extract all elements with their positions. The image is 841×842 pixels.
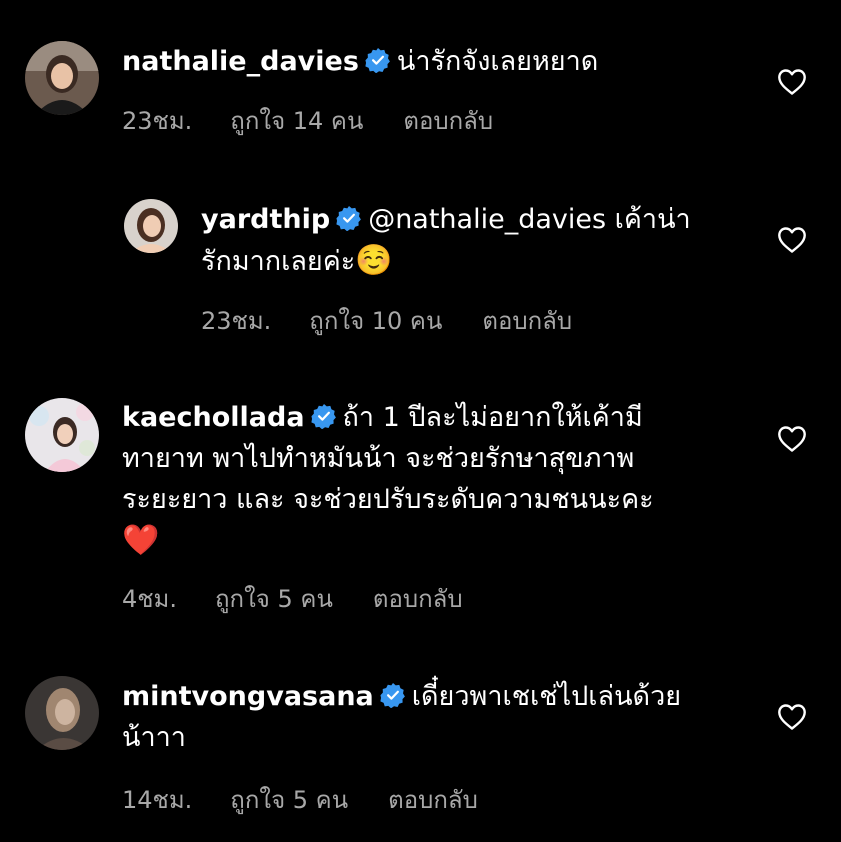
likes-count[interactable]: ถูกใจ 14 คน [230, 101, 363, 140]
comment-body: ระยะยาว และ จะช่วยปรับระดับความชนนะคะ [122, 484, 654, 515]
heart-outline-icon[interactable] [777, 703, 807, 731]
comment-text: kaechollada ถ้า 1 ปีละไม่อยากให้เค้ามีทาย… [122, 397, 742, 562]
likes-count[interactable]: ถูกใจ 5 คน [230, 780, 348, 819]
timestamp: 23ชม. [201, 307, 272, 335]
reply-button[interactable]: ตอบกลับ [388, 780, 478, 819]
comment-text: yardthip @nathalie_davies เค้าน่ารักมากเล… [201, 199, 741, 282]
red-heart-emoji: ❤️ [122, 523, 160, 558]
likes-count[interactable]: ถูกใจ 5 คน [215, 579, 333, 618]
avatar[interactable] [25, 398, 99, 472]
comment-meta: 23ชม. ถูกใจ 14 คน ตอบกลับ [122, 101, 493, 140]
mention-link[interactable]: @nathalie_davies [368, 204, 606, 235]
comment-body: ถ้า 1 ปีละไม่อยากให้เค้ามี [342, 402, 643, 433]
verified-badge-icon [380, 682, 406, 708]
comment-body: น่ารักจังเลยหยาด [396, 46, 599, 77]
comment-text: mintvongvasana เดี๋ยวพาเชเช่ไปเล่นด้วยน้า… [122, 676, 742, 758]
smiling-face-emoji: ☺️ [355, 243, 393, 278]
comment-body: รักมากเลยค่ะ [201, 246, 356, 277]
comment-meta: 23ชม. ถูกใจ 10 คน ตอบกลับ [201, 301, 572, 340]
comment-body: น้าาา [122, 722, 186, 753]
timestamp: 14ชม. [122, 786, 193, 814]
reply-button[interactable]: ตอบกลับ [403, 101, 493, 140]
heart-outline-icon[interactable] [777, 226, 807, 254]
avatar[interactable] [25, 41, 99, 115]
username[interactable]: mintvongvasana [122, 681, 374, 712]
comment-meta: 4ชม. ถูกใจ 5 คน ตอบกลับ [122, 579, 463, 618]
heart-outline-icon[interactable] [777, 425, 807, 453]
timestamp: 23ชม. [122, 107, 193, 135]
username[interactable]: yardthip [201, 204, 330, 235]
comment-text: nathalie_davies น่ารักจังเลยหยาด [122, 41, 742, 82]
heart-outline-icon[interactable] [777, 68, 807, 96]
verified-badge-icon [365, 47, 391, 73]
reply-button[interactable]: ตอบกลับ [482, 301, 572, 340]
comment-body: เดี๋ยวพาเชเช่ไปเล่นด้วย [411, 681, 682, 712]
comment-meta: 14ชม. ถูกใจ 5 คน ตอบกลับ [122, 780, 478, 819]
timestamp: 4ชม. [122, 585, 178, 613]
username[interactable]: kaechollada [122, 402, 305, 433]
username[interactable]: nathalie_davies [122, 46, 359, 77]
avatar[interactable] [25, 676, 99, 750]
comment-body: ทายาท พาไปทำหมันน้า จะช่วยรักษาสุขภาพ [122, 443, 635, 474]
verified-badge-icon [311, 403, 337, 429]
reply-button[interactable]: ตอบกลับ [373, 579, 463, 618]
verified-badge-icon [336, 205, 362, 231]
likes-count[interactable]: ถูกใจ 10 คน [309, 301, 442, 340]
comment-body: เค้าน่า [614, 204, 691, 235]
avatar[interactable] [124, 199, 178, 253]
